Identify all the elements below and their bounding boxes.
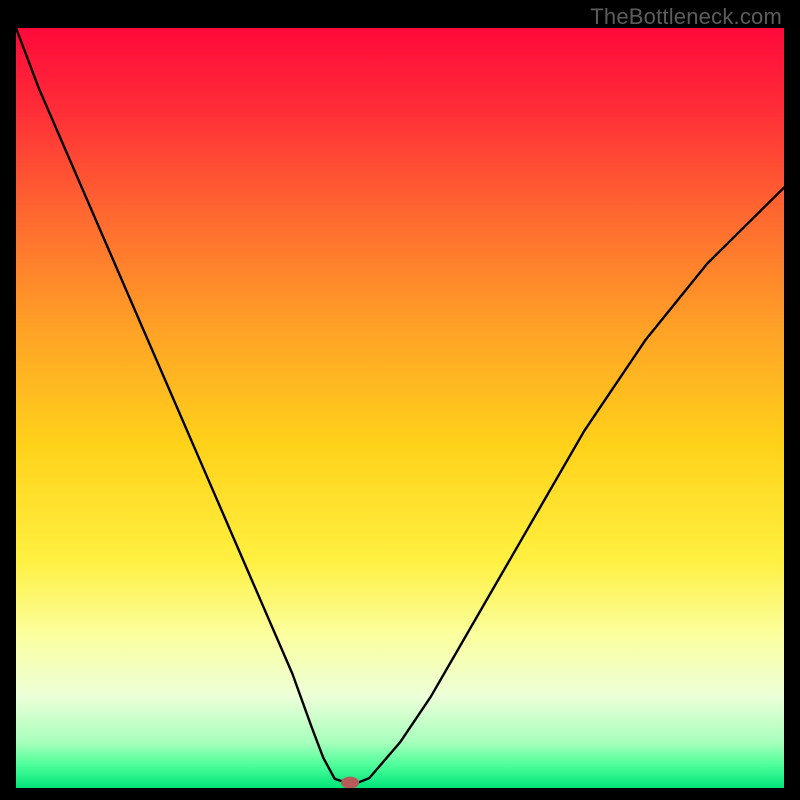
chart-frame <box>16 28 784 788</box>
watermark-text: TheBottleneck.com <box>590 4 782 30</box>
chart-svg <box>16 28 784 788</box>
chart-background <box>16 28 784 788</box>
